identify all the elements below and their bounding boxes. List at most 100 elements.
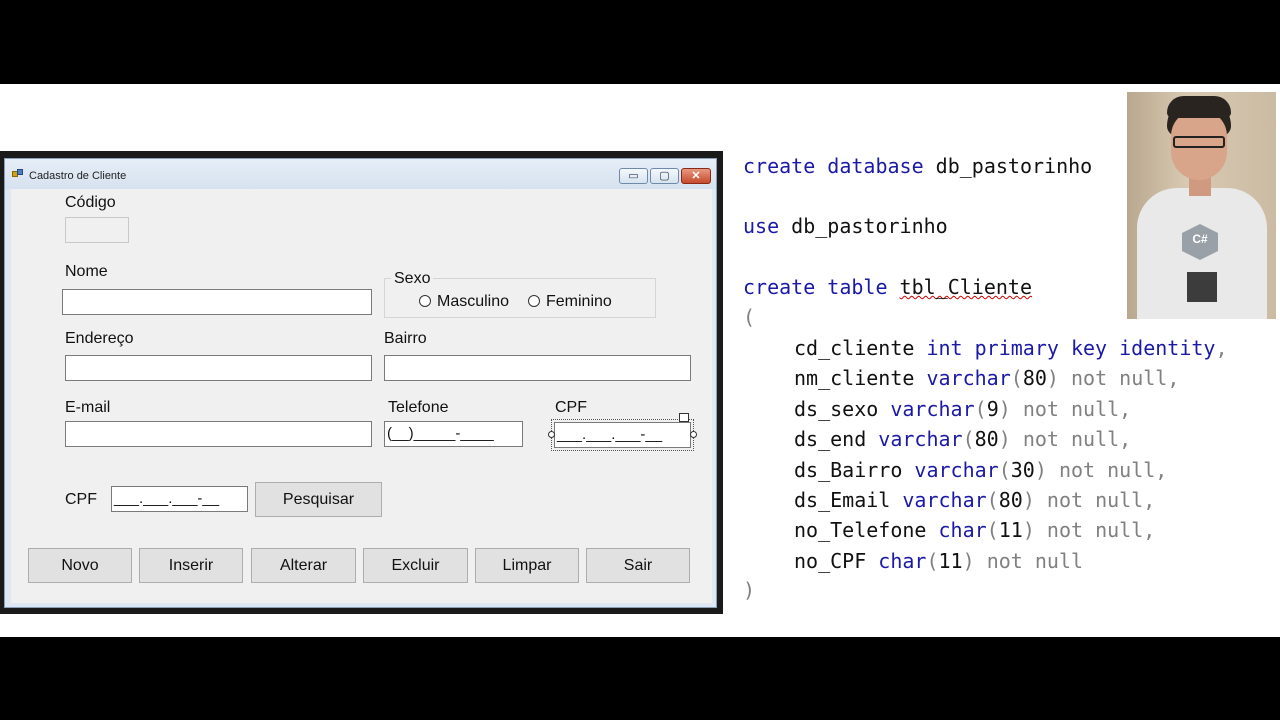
search-cpf-label: CPF: [65, 491, 97, 508]
limpar-button[interactable]: Limpar: [475, 548, 579, 583]
code-column-name: cd_cliente: [794, 336, 915, 360]
code-column-type: varchar: [926, 366, 1011, 390]
code-table-name: tbl_Cliente: [899, 275, 1032, 299]
code-column-constraint: not null,: [1034, 488, 1156, 512]
sair-button[interactable]: Sair: [586, 548, 690, 583]
cpf-label: CPF: [555, 399, 587, 416]
code-column-constraint: not null,: [1034, 518, 1156, 542]
code-column-line: no_Telefone char(11) not null,: [794, 518, 1156, 542]
radio-feminino-label[interactable]: Feminino: [546, 293, 612, 311]
code-column-name: ds_end: [794, 427, 867, 451]
code-column-name: nm_cliente: [794, 366, 915, 390]
code-column-size: 30: [1010, 458, 1035, 482]
code-column-line: ds_Email varchar(80) not null,: [794, 488, 1156, 512]
code-column-name: ds_sexo: [794, 397, 879, 421]
app-icon: [12, 169, 24, 179]
telefone-field[interactable]: (__)_____-____: [384, 421, 523, 447]
code-column-size: 9: [986, 397, 999, 421]
code-line-create-table: create table tbl_Cliente: [743, 272, 1032, 302]
radio-masculino[interactable]: [419, 295, 431, 307]
letterbox-top: [0, 0, 1280, 84]
code-keyword: create table: [743, 275, 888, 299]
telefone-label: Telefone: [388, 399, 449, 416]
code-column-size: 11: [998, 518, 1023, 542]
code-column-constraint: not null,: [1010, 427, 1132, 451]
code-open-paren: (: [743, 305, 756, 329]
smart-tag-icon[interactable]: [679, 413, 689, 422]
code-keyword: create database: [743, 154, 924, 178]
form-window: Cadastro de Cliente ▭ ▢ ✕ Código Nome Se…: [0, 151, 723, 614]
code-column-line: nm_cliente varchar(80) not null,: [794, 366, 1180, 390]
form-client-area: Código Nome Sexo Masculino Feminino Ende…: [11, 189, 712, 603]
code-column-type: int primary key identity: [926, 336, 1216, 360]
close-icon: ✕: [691, 170, 701, 182]
glasses-icon: [1173, 136, 1225, 148]
search-cpf-field[interactable]: ___.___.___-__: [111, 486, 248, 512]
badge-icon: [1187, 272, 1217, 302]
radio-feminino[interactable]: [528, 295, 540, 307]
code-identifier: db_pastorinho: [779, 214, 948, 238]
code-column-name: no_Telefone: [794, 518, 927, 542]
code-column-type: varchar: [878, 427, 963, 451]
code-column-type: char: [938, 518, 987, 542]
alterar-button[interactable]: Alterar: [251, 548, 356, 583]
code-column-line: no_CPF char(11) not null: [794, 549, 1084, 573]
code-column-type: varchar: [914, 458, 999, 482]
nome-field[interactable]: [62, 289, 372, 315]
codigo-label: Código: [65, 194, 116, 211]
code-column-type: varchar: [902, 488, 987, 512]
resize-handle-right[interactable]: [690, 431, 697, 438]
minimize-icon: ▭: [628, 170, 639, 182]
radio-masculino-label[interactable]: Masculino: [437, 293, 509, 311]
code-identifier: db_pastorinho: [923, 154, 1093, 178]
code-column-constraint: not null,: [1046, 458, 1168, 482]
code-line-create-database: create database db_pastorinho: [743, 151, 1092, 181]
bairro-field[interactable]: [384, 355, 691, 381]
novo-button[interactable]: Novo: [28, 548, 132, 583]
title-bar[interactable]: Cadastro de Cliente ▭ ▢ ✕: [5, 159, 716, 189]
endereco-field[interactable]: [65, 355, 372, 381]
email-field[interactable]: [65, 421, 372, 447]
maximize-button[interactable]: ▢: [650, 168, 679, 184]
code-column-name: ds_Bairro: [794, 458, 903, 482]
endereco-label: Endereço: [65, 330, 134, 347]
sexo-label: Sexo: [391, 270, 434, 288]
code-close-paren: ): [743, 578, 756, 602]
code-column-size: 80: [998, 488, 1023, 512]
code-column-line: ds_sexo varchar(9) not null,: [794, 397, 1132, 421]
search-cpf-mask: ___.___.___-__: [114, 490, 220, 507]
code-column-line: ds_Bairro varchar(30) not null,: [794, 458, 1168, 482]
code-column-constraint: not null,: [1058, 366, 1180, 390]
code-line-use: use db_pastorinho: [743, 211, 948, 241]
excluir-button[interactable]: Excluir: [363, 548, 468, 583]
letterbox-bottom: [0, 637, 1280, 720]
codigo-field: [65, 217, 129, 243]
email-label: E-mail: [65, 399, 111, 416]
code-column-size: 80: [974, 427, 999, 451]
bairro-label: Bairro: [384, 330, 427, 347]
window-frame: Cadastro de Cliente ▭ ▢ ✕ Código Nome Se…: [4, 158, 717, 608]
code-column-constraint: not null: [974, 549, 1084, 573]
code-column-type: varchar: [890, 397, 975, 421]
pesquisar-button[interactable]: Pesquisar: [255, 482, 382, 517]
inserir-button[interactable]: Inserir: [139, 548, 243, 583]
code-column-constraint: ,: [1215, 336, 1228, 360]
maximize-icon: ▢: [659, 170, 670, 182]
nome-label: Nome: [65, 263, 108, 280]
designer-selection-frame: [551, 419, 694, 451]
telefone-mask: (__)_____-____: [387, 425, 494, 442]
resize-handle-left[interactable]: [548, 431, 555, 438]
code-column-name: ds_Email: [794, 488, 891, 512]
code-column-size: 80: [1022, 366, 1047, 390]
code-column-type: char: [878, 549, 927, 573]
code-column-name: no_CPF: [794, 549, 867, 573]
code-column-line: ds_end varchar(80) not null,: [794, 427, 1132, 451]
code-column-constraint: not null,: [1010, 397, 1132, 421]
shirt-logo-text: C#: [1192, 232, 1208, 246]
code-column-line: cd_cliente int primary key identity,: [794, 333, 1228, 363]
code-keyword: use: [743, 214, 780, 238]
webcam-overlay: C#: [1127, 92, 1276, 319]
close-button[interactable]: ✕: [681, 168, 711, 184]
minimize-button[interactable]: ▭: [619, 168, 648, 184]
code-column-size: 11: [938, 549, 963, 573]
